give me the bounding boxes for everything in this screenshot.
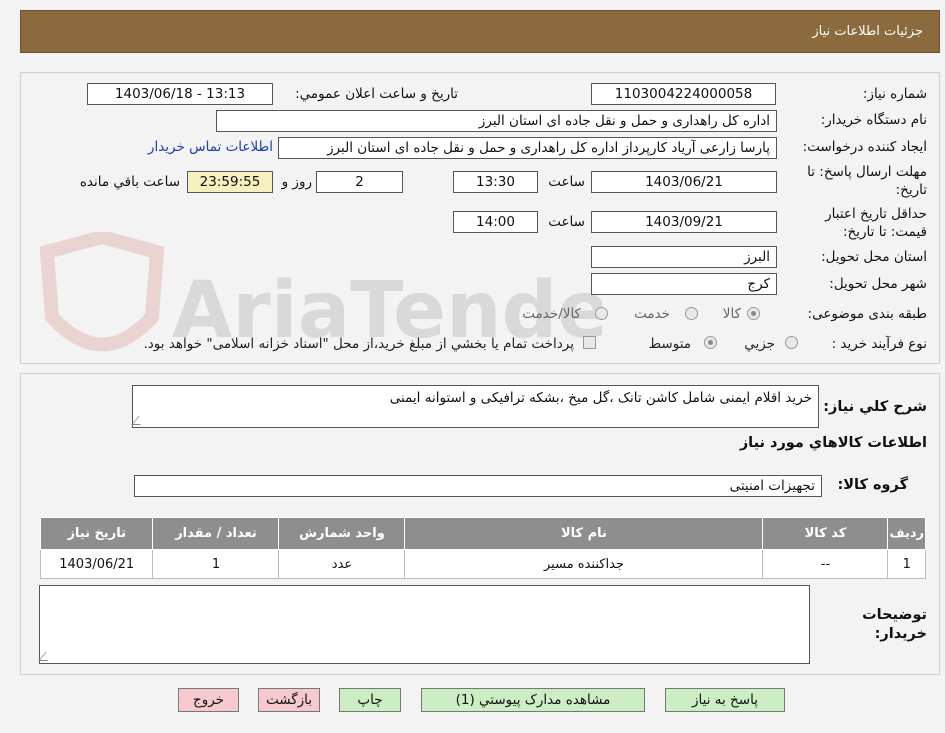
cell-need-date: 1403/06/21 <box>39 549 154 579</box>
need-number-field: 1103004224000058 <box>591 83 776 105</box>
category-radio-service[interactable] <box>685 307 698 320</box>
description-textarea: خرید اقلام ایمنی شامل کاشن تانک ،گل میخ … <box>131 385 819 428</box>
buyer-org-field: اداره کل راهداری و حمل و نقل جاده ای است… <box>216 110 777 132</box>
table-row: 1 -- جداکننده مسیر عدد 1 1403/06/21 <box>39 549 926 579</box>
city-label: شهر محل تحويل: <box>829 276 927 292</box>
treasury-checkbox[interactable] <box>583 336 596 349</box>
cell-name: جداکننده مسیر <box>404 549 764 579</box>
validity-time-label: ساعت <box>548 214 585 230</box>
goods-section-title: اطلاعات کالاهاي مورد نياز <box>739 435 927 451</box>
process-radio-medium[interactable] <box>704 336 717 349</box>
reply-time-label: ساعت <box>548 174 585 190</box>
category-option-both: کالا/خدمت <box>522 306 581 322</box>
validity-date-field: 1403/09/21 <box>591 211 777 233</box>
resize-grip-icon[interactable] <box>131 416 148 425</box>
category-radio-goods[interactable] <box>747 307 760 320</box>
cell-quantity: 1 <box>152 549 280 579</box>
process-option-medium: متوسط <box>648 336 691 352</box>
page-title: جزئیات اطلاعات نیاز <box>812 24 923 39</box>
reply-button[interactable]: پاسخ به نیاز <box>665 688 785 712</box>
reply-time-field: 13:30 <box>453 171 538 193</box>
back-button[interactable]: بازگشت <box>258 688 320 712</box>
category-label: طبقه بندی موضوعی: <box>807 306 927 322</box>
exit-button[interactable]: خروج <box>178 688 239 712</box>
buyer-contact-link[interactable]: اطلاعات تماس خريدار <box>148 139 273 155</box>
city-field: کرج <box>591 273 777 295</box>
page-header: جزئیات اطلاعات نیاز <box>20 10 940 53</box>
province-label: استان محل تحويل: <box>821 249 927 265</box>
process-radio-minor[interactable] <box>785 336 798 349</box>
remaining-label: ساعت باقي مانده <box>79 174 180 190</box>
reply-date-field: 1403/06/21 <box>591 171 777 193</box>
process-label: نوع فرآيند خريد : <box>831 336 927 352</box>
buyer-notes-label: توضيحات خريدار: <box>862 607 927 642</box>
print-button[interactable]: چاپ <box>339 688 401 712</box>
table-header-row: رديف کد کالا نام کالا واحد شمارش تعداد /… <box>39 517 926 550</box>
col-header-row-number: رديف <box>887 517 926 550</box>
province-field: البرز <box>591 246 777 268</box>
col-header-unit: واحد شمارش <box>278 517 406 550</box>
description-label: شرح کلي نياز: <box>823 399 927 415</box>
col-header-name: نام کالا <box>404 517 764 550</box>
resize-grip-icon[interactable] <box>38 652 55 661</box>
description-text: خرید اقلام ایمنی شامل کاشن تانک ،گل میخ … <box>389 390 812 406</box>
goods-group-field: تجهیزات امنیتی <box>134 475 822 497</box>
cell-unit: عدد <box>278 549 406 579</box>
buyer-org-label: نام دستگاه خريدار: <box>820 112 927 128</box>
remaining-time-field: 23:59:55 <box>187 171 273 193</box>
col-header-need-date: تاريخ نياز <box>39 517 154 550</box>
col-header-quantity: تعداد / مقدار <box>152 517 280 550</box>
creator-field: پارسا زارعی آریاد کارپرداز اداره کل راهد… <box>278 137 777 159</box>
buyer-notes-textarea[interactable] <box>38 585 810 664</box>
category-option-goods: کالا <box>722 306 741 322</box>
process-option-minor: جزيي <box>744 336 775 352</box>
items-table: رديف کد کالا نام کالا واحد شمارش تعداد /… <box>39 517 926 579</box>
creator-label: ايجاد کننده درخواست: <box>802 139 927 155</box>
cell-row-number: 1 <box>887 549 926 579</box>
announce-field: 1403/06/18 - 13:13 <box>87 83 273 105</box>
announce-label: تاریخ و ساعت اعلان عمومي: <box>295 86 458 102</box>
reply-deadline-label: مهلت ارسال پاسخ: تا تاریخ: <box>807 164 927 198</box>
treasury-note: پرداخت تمام يا بخشي از مبلغ خريد،از محل … <box>143 336 574 352</box>
days-label: روز و <box>281 174 312 190</box>
validity-label: حداقل تاريخ اعتبار قيمت: تا تاريخ: <box>825 206 927 240</box>
category-option-service: خدمت <box>634 306 670 322</box>
need-number-label: شماره نیاز: <box>862 86 927 102</box>
col-header-code: کد کالا <box>762 517 889 550</box>
category-radio-both[interactable] <box>595 307 608 320</box>
validity-time-field: 14:00 <box>453 211 538 233</box>
goods-group-label: گروه کالا: <box>837 477 908 493</box>
view-attachments-button[interactable]: مشاهده مدارک پيوستي (1) <box>421 688 645 712</box>
cell-code: -- <box>762 549 889 579</box>
days-field: 2 <box>316 171 403 193</box>
